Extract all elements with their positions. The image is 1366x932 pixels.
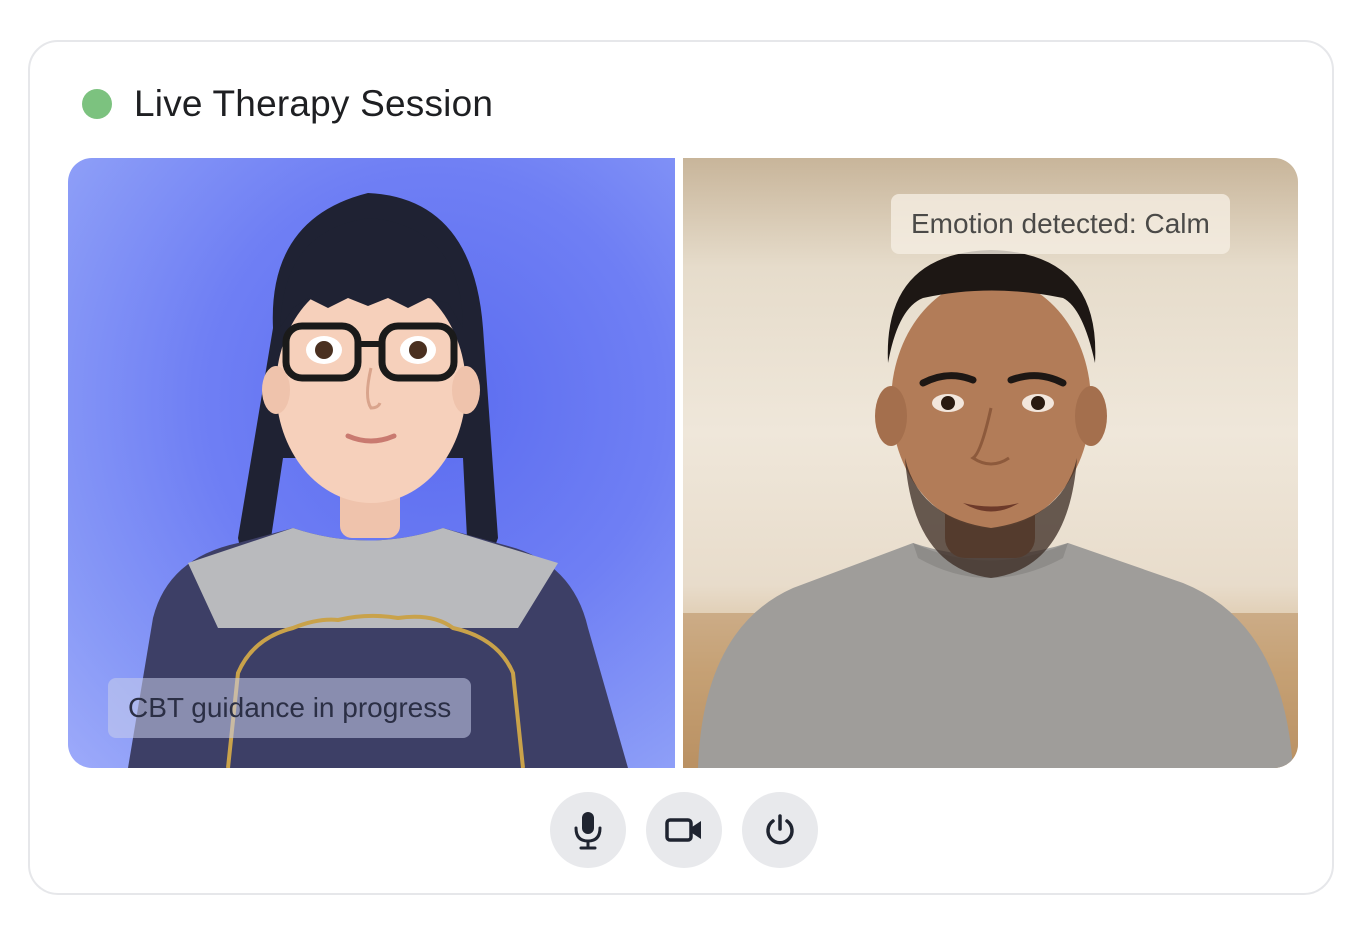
session-header: Live Therapy Session: [82, 82, 493, 126]
user-camera-video: Emotion detected: Calm: [683, 158, 1298, 768]
emotion-detected-label: Emotion detected: Calm: [891, 194, 1230, 254]
call-controls: [550, 792, 818, 868]
video-camera-icon: [665, 818, 701, 842]
microphone-icon: [574, 812, 602, 850]
video-divider: [675, 158, 683, 768]
session-card: Live Therapy Session CBT guidance in pro…: [28, 40, 1334, 895]
therapy-mode-label: CBT guidance in progress: [108, 678, 472, 738]
session-title: Live Therapy Session: [134, 83, 494, 124]
power-icon: [766, 814, 794, 845]
end-session-button[interactable]: [742, 792, 818, 868]
video-area: CBT guidance in progress Emotion detecte…: [68, 158, 1298, 768]
live-status-dot: [82, 89, 112, 119]
therapist-avatar-image: [128, 193, 628, 768]
camera-button[interactable]: [646, 792, 722, 868]
microphone-button[interactable]: [550, 792, 626, 868]
therapist-avatar-video: CBT guidance in progress: [68, 158, 675, 768]
